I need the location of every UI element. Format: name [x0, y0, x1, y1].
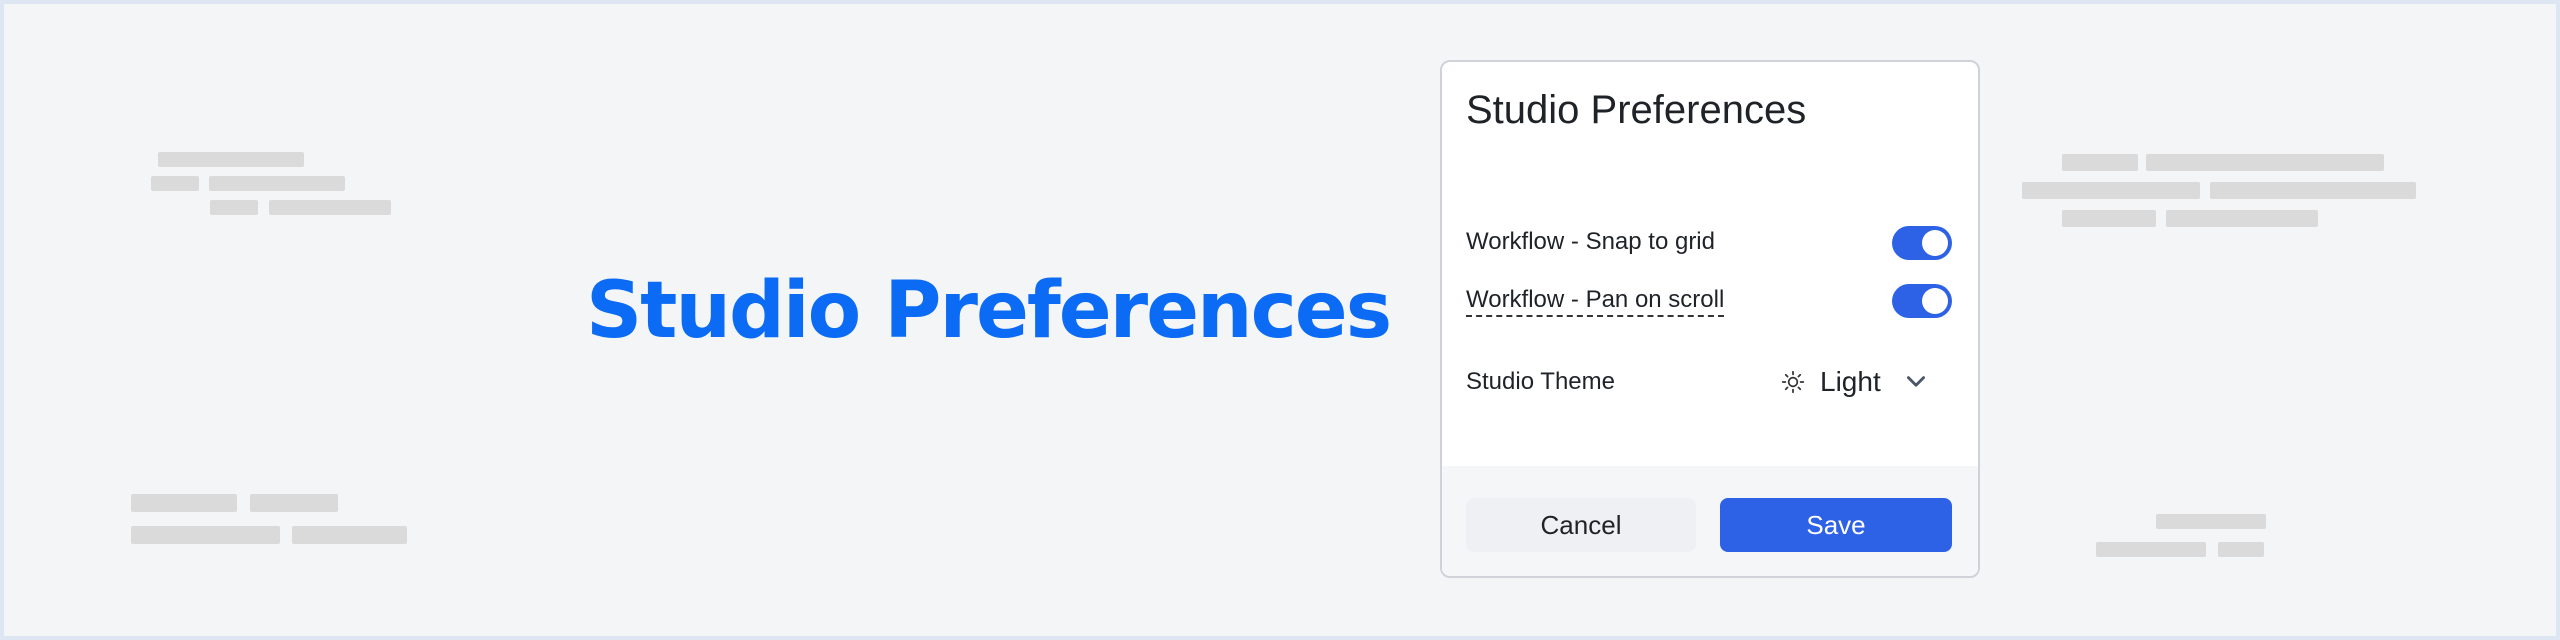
pan-on-scroll-toggle[interactable] — [1892, 284, 1952, 318]
setting-label-snap-to-grid: Workflow - Snap to grid — [1466, 228, 1715, 255]
placeholder-line — [2146, 154, 2384, 171]
dialog-footer: Cancel Save — [1442, 466, 1978, 576]
placeholder-line — [250, 494, 338, 512]
placeholder-line — [2166, 210, 2318, 227]
save-button[interactable]: Save — [1720, 498, 1952, 552]
placeholder-line — [131, 526, 280, 544]
placeholder-line — [151, 176, 199, 191]
placeholder-line — [131, 494, 237, 512]
placeholder-line — [2062, 154, 2138, 171]
placeholder-line — [209, 176, 345, 191]
studio-theme-label: Studio Theme — [1466, 368, 1615, 395]
placeholder-line — [2022, 182, 2200, 199]
placeholder-line — [2062, 210, 2156, 227]
cancel-button[interactable]: Cancel — [1466, 498, 1696, 552]
theme-value: Light — [1820, 366, 1881, 397]
studio-theme-select[interactable]: Light — [1780, 362, 1940, 402]
dialog-title: Studio Preferences — [1466, 88, 1807, 132]
placeholder-line — [158, 152, 304, 167]
placeholder-line — [2096, 542, 2206, 557]
snap-to-grid-toggle[interactable] — [1892, 226, 1952, 260]
sun-icon — [1781, 370, 1805, 394]
placeholder-line — [269, 200, 391, 215]
chevron-down-icon — [1906, 376, 1925, 387]
placeholder-line — [2210, 182, 2416, 199]
placeholder-line — [210, 200, 258, 215]
preferences-dialog: Studio Preferences Workflow - Snap to gr… — [1440, 60, 1980, 578]
toggle-knob — [1922, 230, 1948, 256]
placeholder-line — [292, 526, 407, 544]
placeholder-line — [2156, 514, 2266, 529]
hero-title: Studio Preferences — [586, 266, 1392, 356]
placeholder-line — [2218, 542, 2264, 557]
toggle-knob — [1922, 288, 1948, 314]
setting-label-pan-on-scroll[interactable]: Workflow - Pan on scroll — [1466, 286, 1725, 317]
